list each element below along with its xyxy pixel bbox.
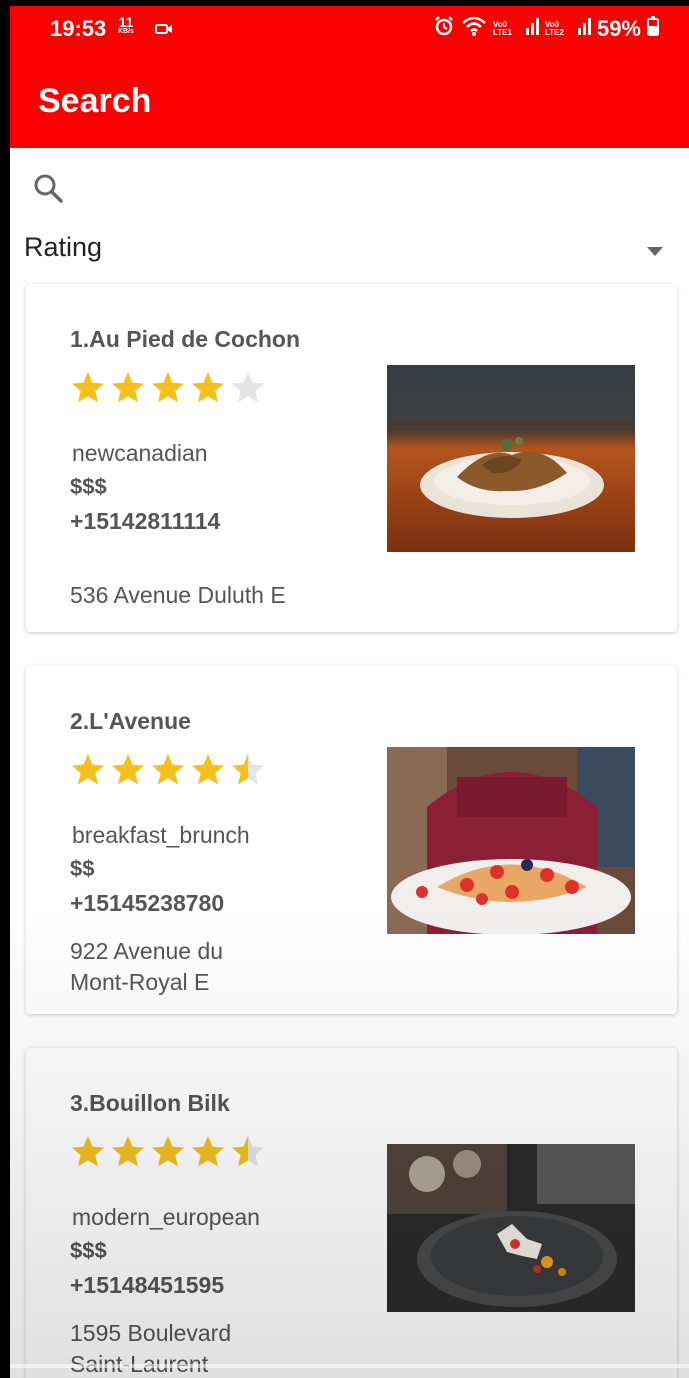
star-icon: [70, 370, 106, 411]
star-icon: [230, 752, 266, 793]
lte2-label: Vo0 LTE2: [544, 20, 564, 37]
restaurant-phone[interactable]: +15145238780: [70, 890, 224, 917]
sort-selected-value: Rating: [24, 232, 103, 262]
restaurant-address: 536 Avenue Duluth E: [70, 580, 350, 611]
address-line-2: Mont-Royal E: [70, 969, 210, 995]
restaurant-price: $$$: [70, 1238, 107, 1263]
status-icons: Vo0 LTE1 Vo0 LTE2 59%: [433, 15, 659, 43]
star-icon: [150, 370, 186, 411]
address-line-1: 536 Avenue Duluth E: [70, 582, 286, 608]
navigation-bar-handle[interactable]: [10, 1364, 689, 1368]
restaurant-card[interactable]: 1.Au Pied de Cochon newcanadian $$$ +151…: [26, 284, 677, 632]
restaurant-card[interactable]: 3.Bouillon Bilk modern_european $$$ +151…: [26, 1048, 677, 1378]
restaurant-price: $$$: [70, 474, 107, 499]
star-icon: [70, 1134, 106, 1175]
search-icon[interactable]: [32, 172, 64, 209]
star-icon: [150, 1134, 186, 1175]
battery-icon: [647, 16, 659, 42]
search-bar[interactable]: [10, 148, 689, 228]
network-speed-unit: KB/s: [118, 28, 134, 35]
lte1-label: Vo0 LTE1: [492, 20, 512, 37]
signal-icon: [525, 16, 539, 42]
video-icon: [155, 22, 173, 40]
app-bar: Search: [10, 54, 689, 148]
star-icon: [110, 1134, 146, 1175]
network-speed-value: 11: [118, 14, 134, 30]
battery-percent: 59%: [596, 16, 641, 41]
star-icon: [150, 752, 186, 793]
restaurant-price: $$: [70, 856, 95, 881]
star-icon: [190, 752, 226, 793]
restaurant-address: 922 Avenue du Mont-Royal E: [70, 936, 350, 998]
page-title: Search: [38, 82, 152, 120]
restaurant-category: breakfast_brunch: [72, 822, 250, 848]
alarm-icon: [433, 15, 455, 43]
restaurant-name: 1.Au Pied de Cochon: [70, 326, 301, 352]
star-icon: [190, 370, 226, 411]
restaurant-category: newcanadian: [72, 440, 208, 466]
restaurant-name: 2.L'Avenue: [70, 708, 191, 734]
caret-down-icon[interactable]: [647, 244, 663, 262]
restaurant-address: 1595 Boulevard Saint-Laurent: [70, 1318, 350, 1378]
rating-stars: [70, 1134, 266, 1175]
star-icon: [110, 752, 146, 793]
address-line-1: 922 Avenue du: [70, 938, 224, 964]
restaurant-photo: [387, 747, 635, 934]
star-icon: [110, 370, 146, 411]
restaurant-name: 3.Bouillon Bilk: [70, 1090, 230, 1116]
rating-stars: [70, 370, 266, 411]
status-time: 19:53: [50, 16, 107, 41]
restaurant-category: modern_european: [72, 1204, 260, 1230]
star-icon: [230, 370, 266, 411]
rating-stars: [70, 752, 266, 793]
restaurant-phone[interactable]: +15148451595: [70, 1272, 224, 1299]
address-line-1: 1595 Boulevard: [70, 1320, 232, 1346]
star-icon: [230, 1134, 266, 1175]
star-icon: [190, 1134, 226, 1175]
network-speed: 11 KB/s: [118, 14, 134, 36]
restaurant-photo: [387, 365, 635, 552]
restaurant-card[interactable]: 2.L'Avenue breakfast_brunch $$ +15145238…: [26, 666, 677, 1014]
status-bar: 19:53 11 KB/s Vo0 LTE1 Vo0 LTE2 59%: [10, 6, 689, 54]
wifi-icon: [461, 15, 487, 43]
star-icon: [70, 752, 106, 793]
signal-icon-2: [577, 16, 591, 42]
phone-screen: 19:53 11 KB/s Vo0 LTE1 Vo0 LTE2 59% Sear…: [10, 6, 689, 1378]
sort-dropdown[interactable]: Rating: [10, 228, 689, 274]
restaurant-phone[interactable]: +15142811114: [70, 508, 220, 535]
restaurant-photo: [387, 1144, 635, 1312]
